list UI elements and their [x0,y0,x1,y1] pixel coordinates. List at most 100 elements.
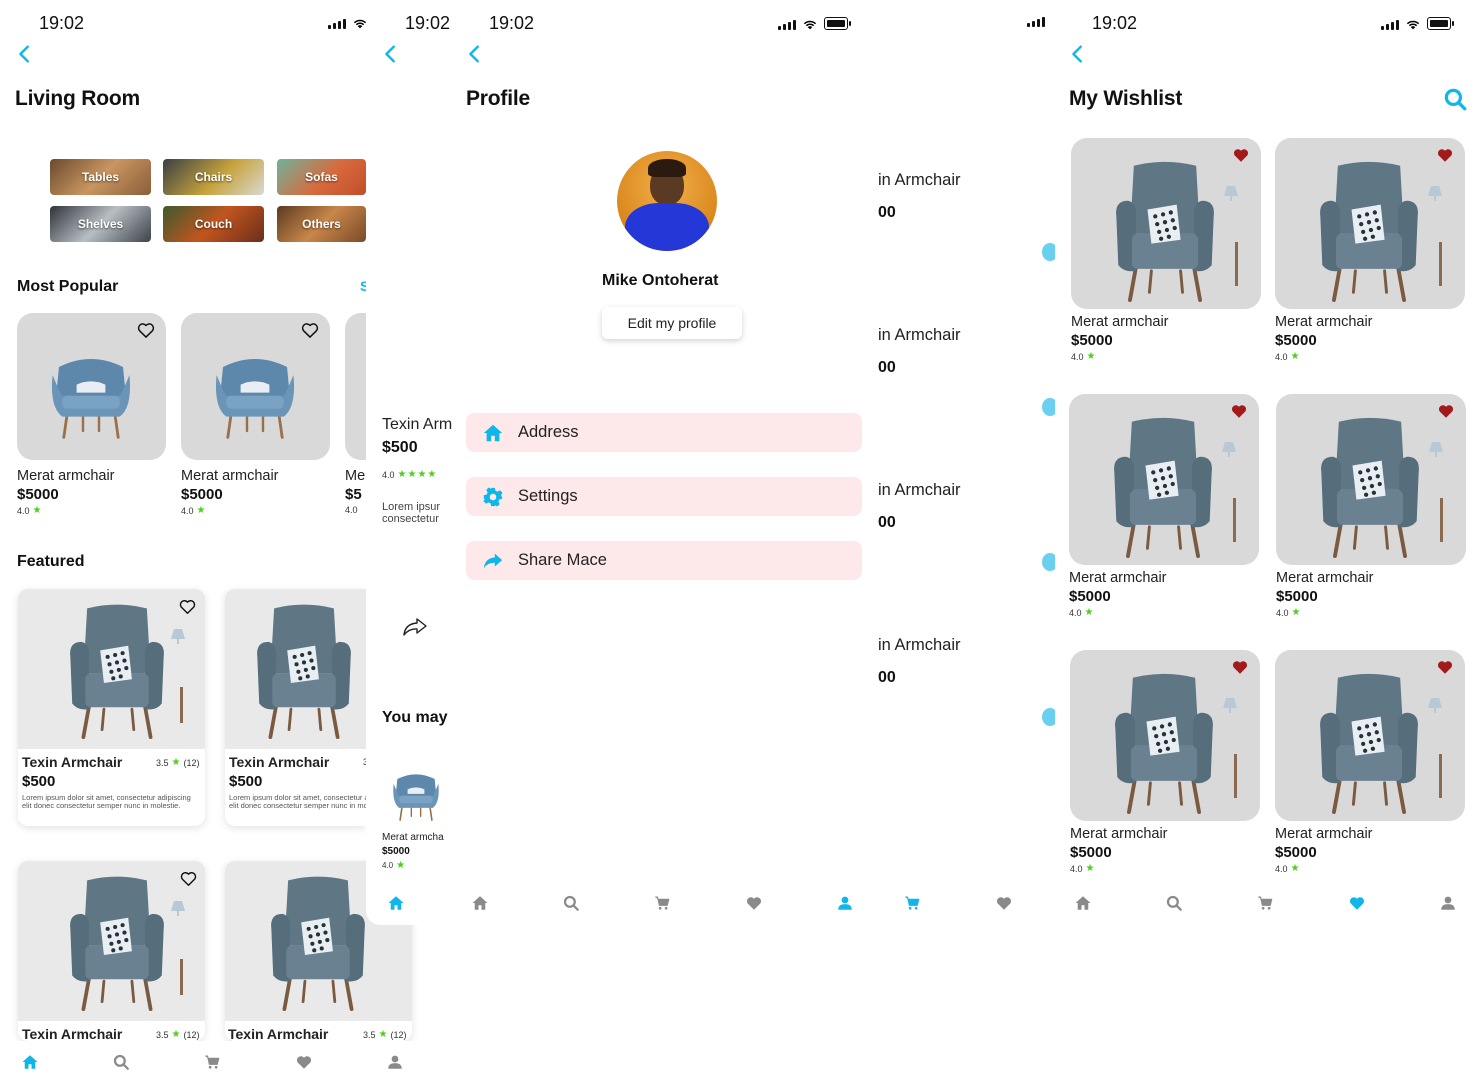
battery-icon [824,17,851,30]
home-icon[interactable] [1074,894,1092,912]
description-line: consectetur [382,513,439,525]
star-icon: ★ [32,505,42,516]
category-label: Others [302,217,341,231]
home-icon[interactable] [471,894,489,912]
wishlist-card[interactable]: Merat armchair $5000 4.0 ★ [1276,394,1466,629]
featured-card[interactable]: Texin Armchair 3 $500 Lorem ipsum dolor … [225,589,366,826]
signal-icon [1027,17,1045,27]
wishlist-card[interactable]: Merat armchair $5000 4.0 ★ [1071,138,1261,373]
avatar[interactable] [617,151,717,251]
status-icons [328,17,368,29]
star-icon: ★ [1291,607,1301,618]
cart-icon[interactable] [903,894,921,912]
star-icon: ★ [196,505,206,516]
search-icon[interactable] [112,1053,130,1071]
category-sofas[interactable]: Sofas [277,159,366,195]
category-shelves[interactable]: Shelves [50,206,151,242]
featured-card[interactable]: Texin Armchair 3.5 ★ (12) [18,861,205,1041]
user-icon[interactable] [1439,894,1457,912]
heart-icon[interactable] [995,894,1013,912]
menu-item-label: Share Mace [518,551,607,569]
heart-filled-icon[interactable] [1435,146,1455,164]
heart-filled-icon[interactable] [1229,402,1249,420]
product-price: $5 [345,486,362,503]
lamp-icon [1425,694,1445,714]
star-icon: ★ [171,757,181,768]
edit-profile-button[interactable]: Edit my profile [602,307,742,339]
menu-item-settings[interactable]: Settings [466,477,862,516]
lamp-icon [1425,182,1445,202]
gear-icon [482,486,504,508]
heart-outline-icon[interactable] [300,320,320,340]
cart-icon[interactable] [203,1053,221,1071]
user-icon[interactable] [386,1053,404,1071]
home-icon[interactable] [21,1053,39,1071]
heart-outline-icon[interactable] [136,320,156,340]
popular-card-partial[interactable]: Me $5 4.0 [345,313,366,523]
heart-filled-icon[interactable] [1231,146,1251,164]
search-icon[interactable] [1165,894,1183,912]
back-arrow-icon[interactable] [14,43,36,65]
heart-outline-icon[interactable] [179,869,198,888]
page-title: Profile [466,87,530,110]
menu-item-address[interactable]: Address [466,413,862,452]
heart-icon[interactable] [1348,894,1366,912]
rating-value: 4.0 [1276,607,1289,618]
lamp-icon [1220,694,1240,714]
product-name: Merat armcha [382,832,444,843]
user-icon[interactable] [836,894,854,912]
heart-filled-icon[interactable] [1230,658,1250,676]
search-icon[interactable] [562,894,580,912]
status-time: 19:02 [1092,13,1138,33]
side-table [1439,242,1442,286]
back-arrow-icon[interactable] [380,43,402,65]
heart-icon[interactable] [295,1053,313,1071]
back-arrow-icon[interactable] [1067,43,1089,65]
product-name: Texin Armchair [22,754,123,770]
category-tables[interactable]: Tables [50,159,151,195]
product-rating: 3.5 ★ (12) [363,1029,407,1040]
quantity-stepper[interactable] [1042,708,1055,726]
cart-icon[interactable] [1256,894,1274,912]
category-chairs[interactable]: Chairs [163,159,264,195]
home-icon[interactable] [387,894,405,912]
armchair-image [1310,412,1430,558]
wishlist-card[interactable]: Merat armchair $5000 4.0 ★ [1069,394,1259,629]
cart-icon[interactable] [653,894,671,912]
product-price: $5000 [1275,332,1317,349]
rating-value: 4.0 [1275,863,1288,874]
wishlist-card[interactable]: Merat armchair $5000 4.0 ★ [1275,138,1465,373]
search-icon[interactable] [1442,86,1468,112]
star-icon: ★ [1084,607,1094,618]
product-price: $500 [22,773,56,790]
wishlist-card[interactable]: Merat armchair $5000 4.0 ★ [1275,650,1465,885]
back-arrow-icon[interactable] [464,43,486,65]
wishlist-card[interactable]: Merat armchair $5000 4.0 ★ [1070,650,1260,885]
heart-filled-icon[interactable] [1436,402,1456,420]
category-couch[interactable]: Couch [163,206,264,242]
cart-item-name: in Armchair [878,326,961,344]
menu-item-share[interactable]: Share Mace [466,541,862,580]
status-time: 19:02 [405,13,451,33]
quantity-stepper[interactable] [1042,398,1055,416]
product-price: $5000 [1275,844,1317,861]
product-image [345,313,366,460]
quantity-stepper[interactable] [1042,553,1055,571]
heart-outline-icon[interactable] [178,597,197,616]
lamp-icon [1426,438,1446,458]
quantity-stepper[interactable] [1042,243,1055,261]
rating-value: 4.0 [1071,351,1084,362]
cart-item-name: in Armchair [878,481,961,499]
category-label: Sofas [305,170,338,184]
armchair-image [43,343,139,439]
product-name: Merat armchair [181,468,279,484]
featured-card[interactable]: Texin Armchair 3.5 ★ (12) $500 Lorem ipsum… [18,589,205,826]
status-time: 19:02 [489,13,535,33]
share-icon[interactable] [401,616,429,638]
heart-icon[interactable] [745,894,763,912]
product-rating: 4.0 ★★★★ [382,469,437,480]
category-label: Shelves [77,217,124,231]
category-others[interactable]: Others [277,206,366,242]
product-rating: 4.0 ★ [1276,607,1300,618]
heart-filled-icon[interactable] [1435,658,1455,676]
